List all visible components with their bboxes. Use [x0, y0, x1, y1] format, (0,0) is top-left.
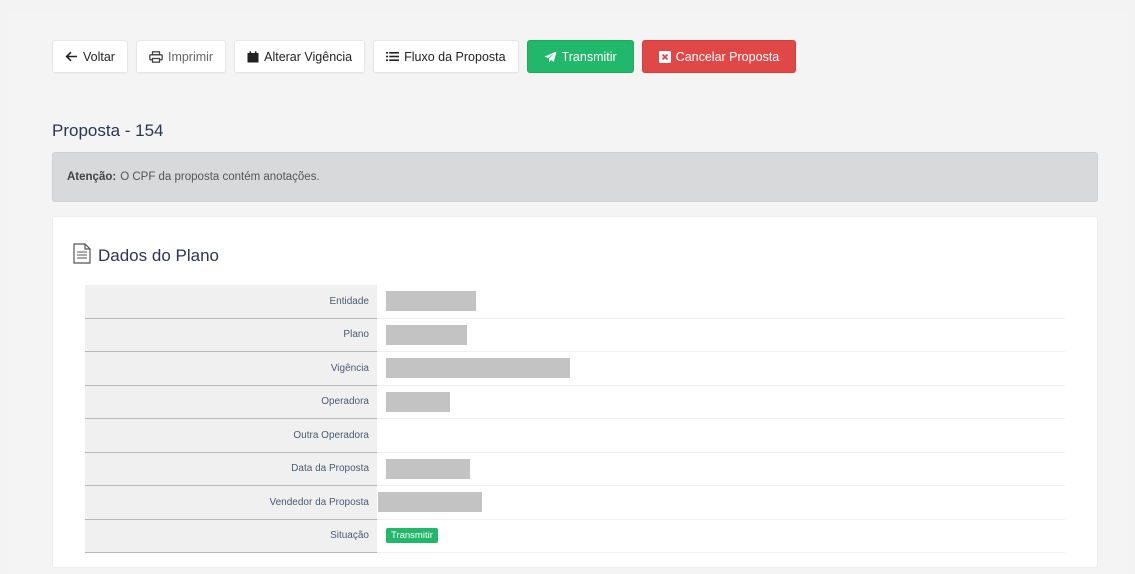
row-value	[377, 453, 1065, 486]
imprimir-button[interactable]: Imprimir	[135, 40, 227, 73]
cancelar-proposta-label: Cancelar Proposta	[675, 49, 780, 64]
redacted-value	[386, 291, 476, 312]
redacted-value	[386, 324, 467, 345]
close-square-icon	[658, 50, 671, 63]
row-entidade: Entidade	[85, 285, 1065, 319]
row-label: Vigência	[85, 352, 377, 386]
voltar-label: Voltar	[83, 49, 115, 64]
voltar-button[interactable]: Voltar	[52, 40, 128, 73]
card-header: Dados do Plano	[73, 243, 219, 269]
row-label: Entidade	[85, 285, 377, 319]
alterar-vigencia-label: Alterar Vigência	[264, 49, 353, 64]
row-label: Vendedor da Proposta	[85, 486, 377, 520]
row-vigencia: Vigência	[85, 352, 1065, 386]
row-value	[377, 285, 1065, 319]
fluxo-proposta-label: Fluxo da Proposta	[404, 49, 506, 64]
alert-banner: Atenção: O CPF da proposta contém anotaç…	[52, 152, 1098, 202]
alert-strong: Atenção:	[67, 171, 117, 183]
page-container: Voltar Imprimir Alterar Vigência Fluxo d…	[8, 10, 1128, 574]
row-value	[377, 486, 1065, 520]
print-icon	[149, 50, 163, 63]
row-label: Operadora	[85, 385, 377, 419]
row-label: Outra Operadora	[85, 419, 377, 453]
row-outra-operadora: Outra Operadora	[85, 419, 1065, 453]
row-value	[377, 319, 1065, 352]
redacted-value	[386, 458, 470, 479]
dados-plano-card: Dados do Plano Entidade Plano Vigência O…	[52, 216, 1098, 568]
transmitir-button[interactable]: Transmitir	[526, 40, 634, 73]
redacted-value	[386, 358, 570, 379]
redacted-value	[378, 492, 482, 513]
plan-details: Entidade Plano Vigência Operadora Outra …	[85, 285, 1065, 553]
row-label: Situação	[85, 519, 377, 553]
alterar-vigencia-button[interactable]: Alterar Vigência	[234, 40, 366, 73]
row-operadora: Operadora	[85, 385, 1065, 419]
imprimir-label: Imprimir	[167, 49, 214, 64]
cancelar-proposta-button[interactable]: Cancelar Proposta	[641, 40, 797, 73]
send-icon	[544, 51, 557, 63]
redacted-value	[386, 391, 450, 412]
row-value	[377, 419, 1065, 453]
toolbar: Voltar Imprimir Alterar Vigência Fluxo d…	[52, 40, 797, 73]
row-label: Plano	[85, 318, 377, 352]
row-value	[377, 352, 1065, 386]
fluxo-proposta-button[interactable]: Fluxo da Proposta	[373, 40, 519, 73]
arrow-left-icon	[65, 51, 78, 62]
page-title: Proposta - 154	[52, 121, 164, 140]
transmitir-label: Transmitir	[561, 49, 617, 64]
calendar-icon	[247, 50, 259, 63]
list-icon	[386, 51, 400, 62]
row-value: Transmitir	[377, 520, 1065, 553]
alert-text: O CPF da proposta contém anotações.	[120, 171, 320, 183]
card-title: Dados do Plano	[98, 246, 219, 265]
row-plano: Plano	[85, 318, 1065, 352]
row-data-proposta: Data da Proposta	[85, 452, 1065, 486]
row-vendedor-proposta: Vendedor da Proposta	[85, 486, 1065, 520]
row-value	[377, 386, 1065, 419]
document-icon	[73, 243, 91, 269]
status-badge: Transmitir	[386, 528, 438, 544]
row-situacao: Situação Transmitir	[85, 519, 1065, 553]
row-label: Data da Proposta	[85, 452, 377, 486]
